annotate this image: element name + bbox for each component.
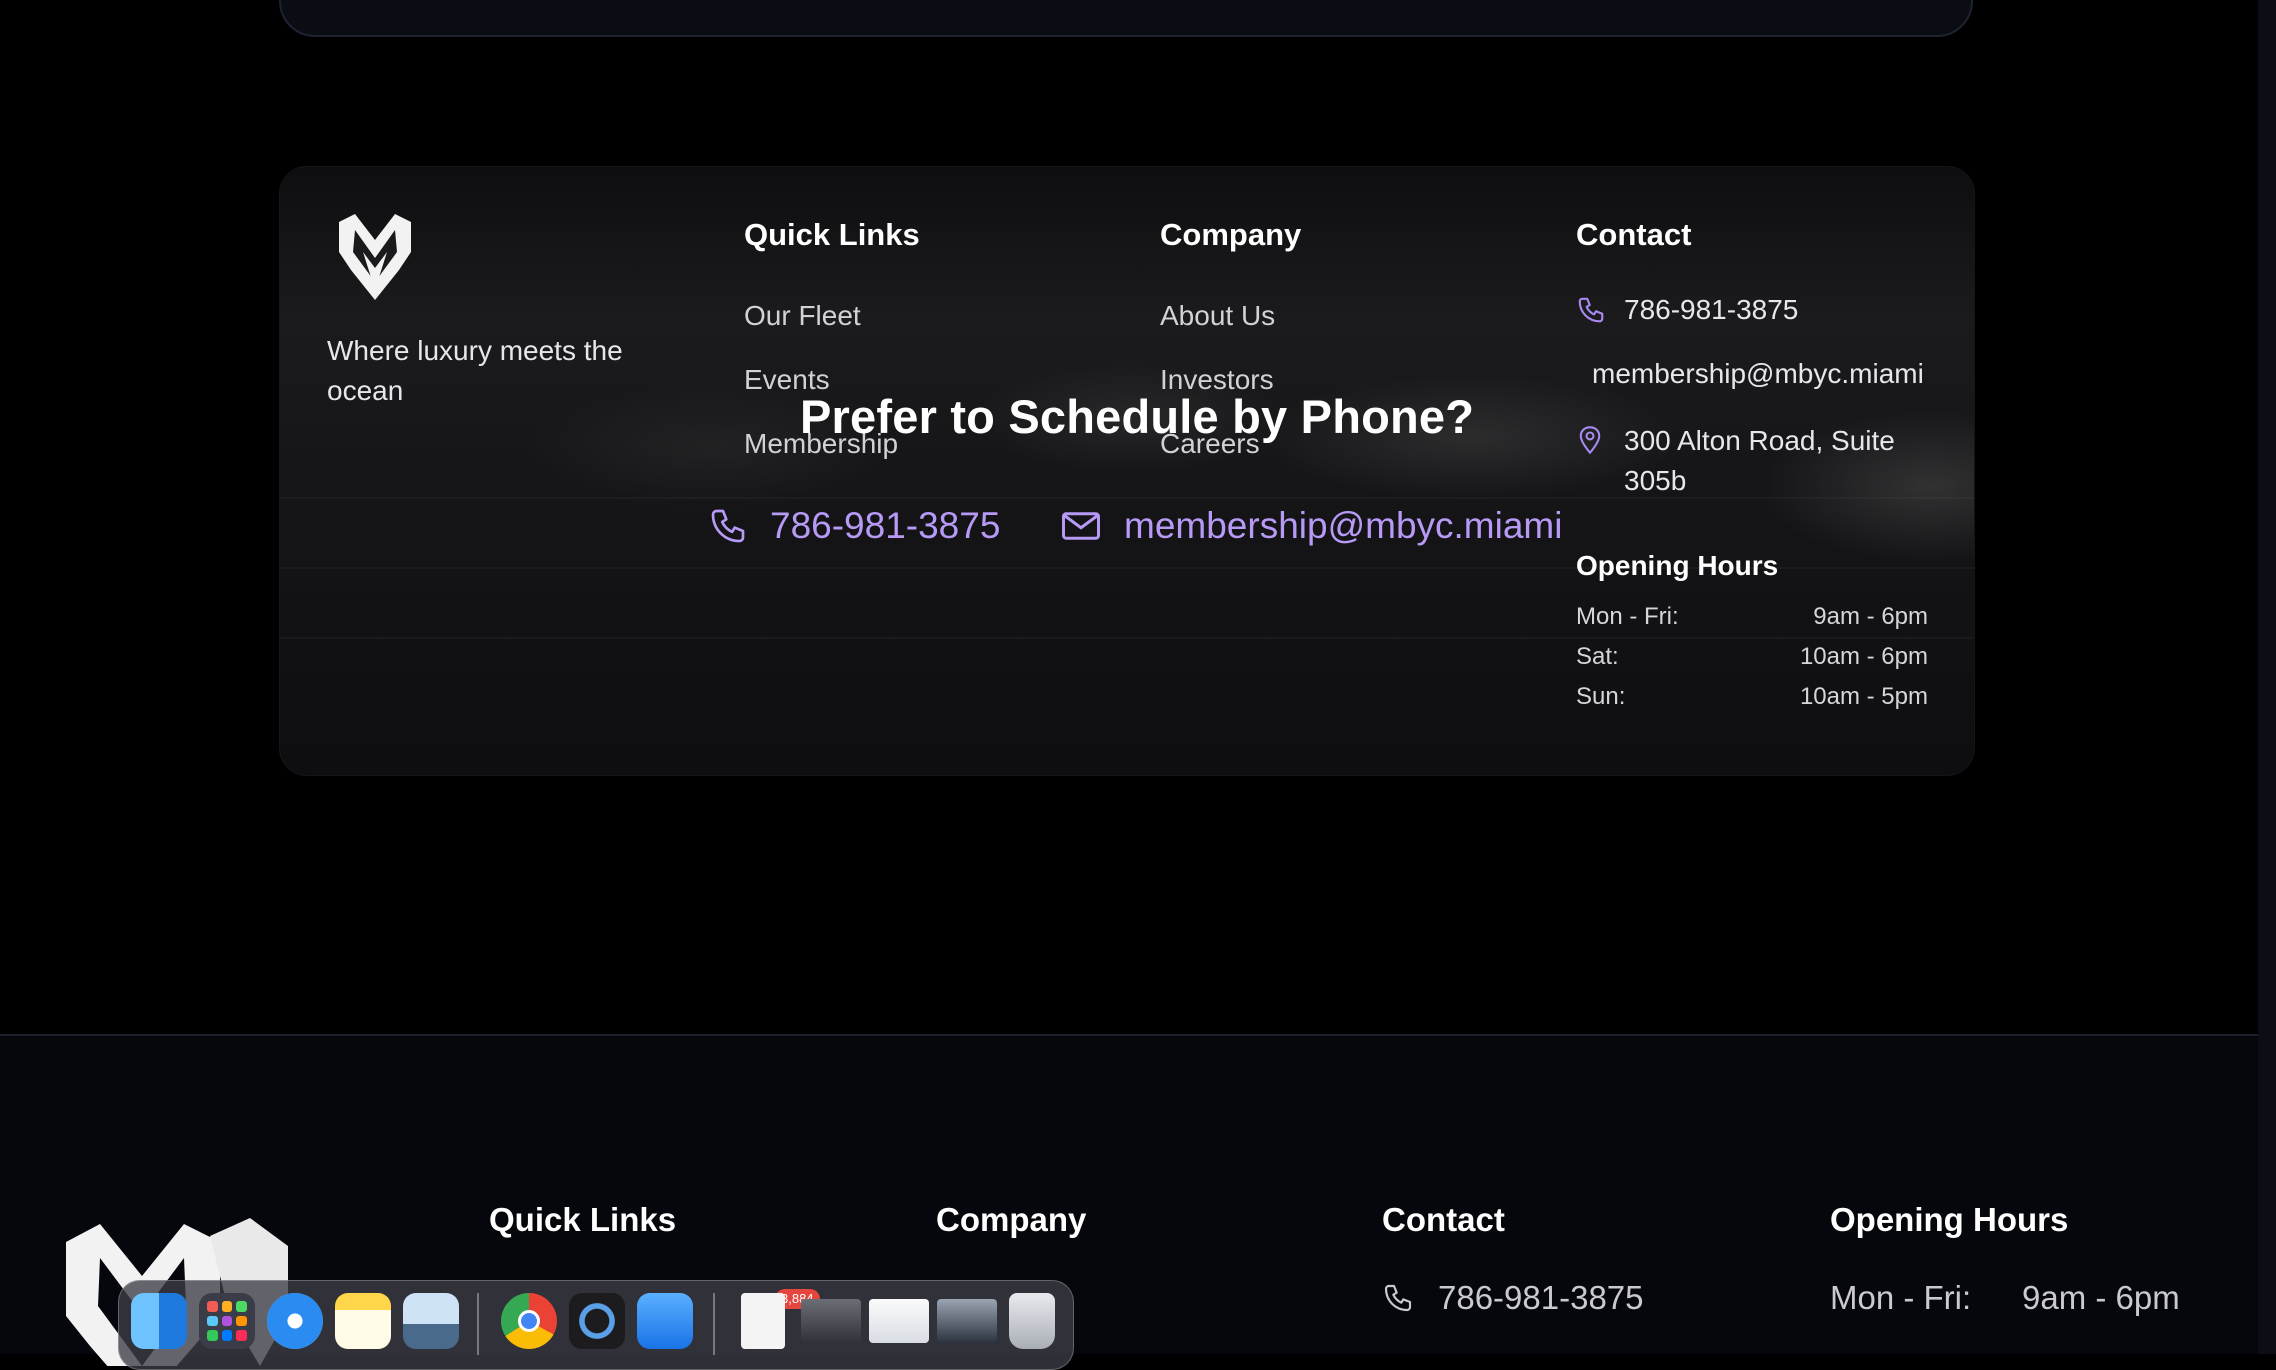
hours-day: Sun:	[1576, 683, 1626, 710]
bottom-quick-links-heading: Quick Links	[489, 1201, 677, 1238]
schedule-by-phone-heading: Prefer to Schedule by Phone?	[800, 390, 1475, 443]
schedule-phone-link[interactable]: 786-981-3875	[708, 505, 1000, 547]
window-thumbnail-icon[interactable]	[937, 1299, 997, 1343]
previous-section-card	[279, 0, 1973, 37]
launchpad-icon[interactable]	[199, 1293, 255, 1349]
dock-separator	[713, 1293, 715, 1355]
window-thumbnail-icon[interactable]	[869, 1299, 929, 1343]
page-scrollbar-track[interactable]	[2258, 0, 2276, 1354]
hours-day: Sat:	[1576, 643, 1619, 670]
opening-hours-heading: Opening Hours	[1576, 550, 1779, 581]
dock-separator	[477, 1293, 479, 1355]
link-our-fleet[interactable]: Our Fleet	[744, 300, 861, 332]
phone-icon	[1578, 297, 1604, 323]
company-heading: Company	[1160, 217, 1302, 252]
bottom-company-heading: Company	[936, 1201, 1087, 1238]
hours-row: Sun: 10am - 5pm	[1576, 683, 1928, 711]
contact-phone[interactable]: 786-981-3875	[1576, 294, 1798, 326]
notes-icon[interactable]	[335, 1293, 391, 1349]
hours-time: 10am - 6pm	[1799, 643, 1928, 670]
hours-time: 9am - 6pm	[1813, 603, 1928, 630]
footer-card: Where luxury meets the ocean Quick Links…	[279, 166, 1975, 776]
bottom-hours-row: Mon - Fri: 9am - 6pm	[1830, 1279, 2180, 1317]
quick-links-heading: Quick Links	[744, 217, 920, 252]
brand-logo-icon[interactable]	[335, 212, 415, 302]
bottom-hours-day: Mon - Fri:	[1830, 1279, 1972, 1316]
hours-time: 10am - 5pm	[1799, 683, 1928, 710]
macos-dock: 3,884	[118, 1280, 1074, 1370]
contact-email-text: membership@mbyc.miami	[1592, 358, 1924, 389]
phone-icon	[1384, 1284, 1412, 1312]
mail-icon	[1062, 512, 1100, 540]
phone-icon	[711, 509, 745, 543]
hours-day: Mon - Fri:	[1576, 603, 1679, 630]
mail-icon[interactable]	[637, 1293, 693, 1349]
chrome-icon[interactable]	[501, 1293, 557, 1349]
contact-phone-text: 786-981-3875	[1624, 294, 1799, 325]
document-icon[interactable]	[741, 1293, 785, 1349]
safari-icon[interactable]	[267, 1293, 323, 1349]
link-about-us[interactable]: About Us	[1160, 300, 1275, 332]
bottom-contact-phone[interactable]: 786-981-3875	[1382, 1279, 1644, 1317]
trash-icon[interactable]	[1009, 1293, 1055, 1349]
hours-row: Mon - Fri: 9am - 6pm	[1576, 603, 1928, 631]
quicktime-icon[interactable]	[569, 1293, 625, 1349]
preview-icon[interactable]	[403, 1293, 459, 1349]
schedule-email-link[interactable]: membership@mbyc.miami	[1060, 505, 1562, 547]
bottom-hours-time: 9am - 6pm	[2022, 1279, 2180, 1316]
decor-line	[280, 637, 1974, 639]
contact-email[interactable]: membership@mbyc.miami	[1592, 358, 1924, 390]
bottom-contact-phone-text: 786-981-3875	[1438, 1279, 1644, 1316]
brand-tagline: Where luxury meets the ocean	[327, 335, 623, 406]
hours-row: Sat: 10am - 6pm	[1576, 643, 1928, 671]
window-thumbnail-icon[interactable]	[801, 1299, 861, 1343]
bottom-contact-heading: Contact	[1382, 1201, 1505, 1238]
finder-icon[interactable]	[131, 1293, 187, 1349]
schedule-phone-text: 786-981-3875	[770, 505, 1001, 546]
contact-heading: Contact	[1576, 217, 1692, 252]
bottom-opening-hours-heading: Opening Hours	[1830, 1201, 2069, 1238]
schedule-email-text: membership@mbyc.miami	[1124, 505, 1563, 546]
